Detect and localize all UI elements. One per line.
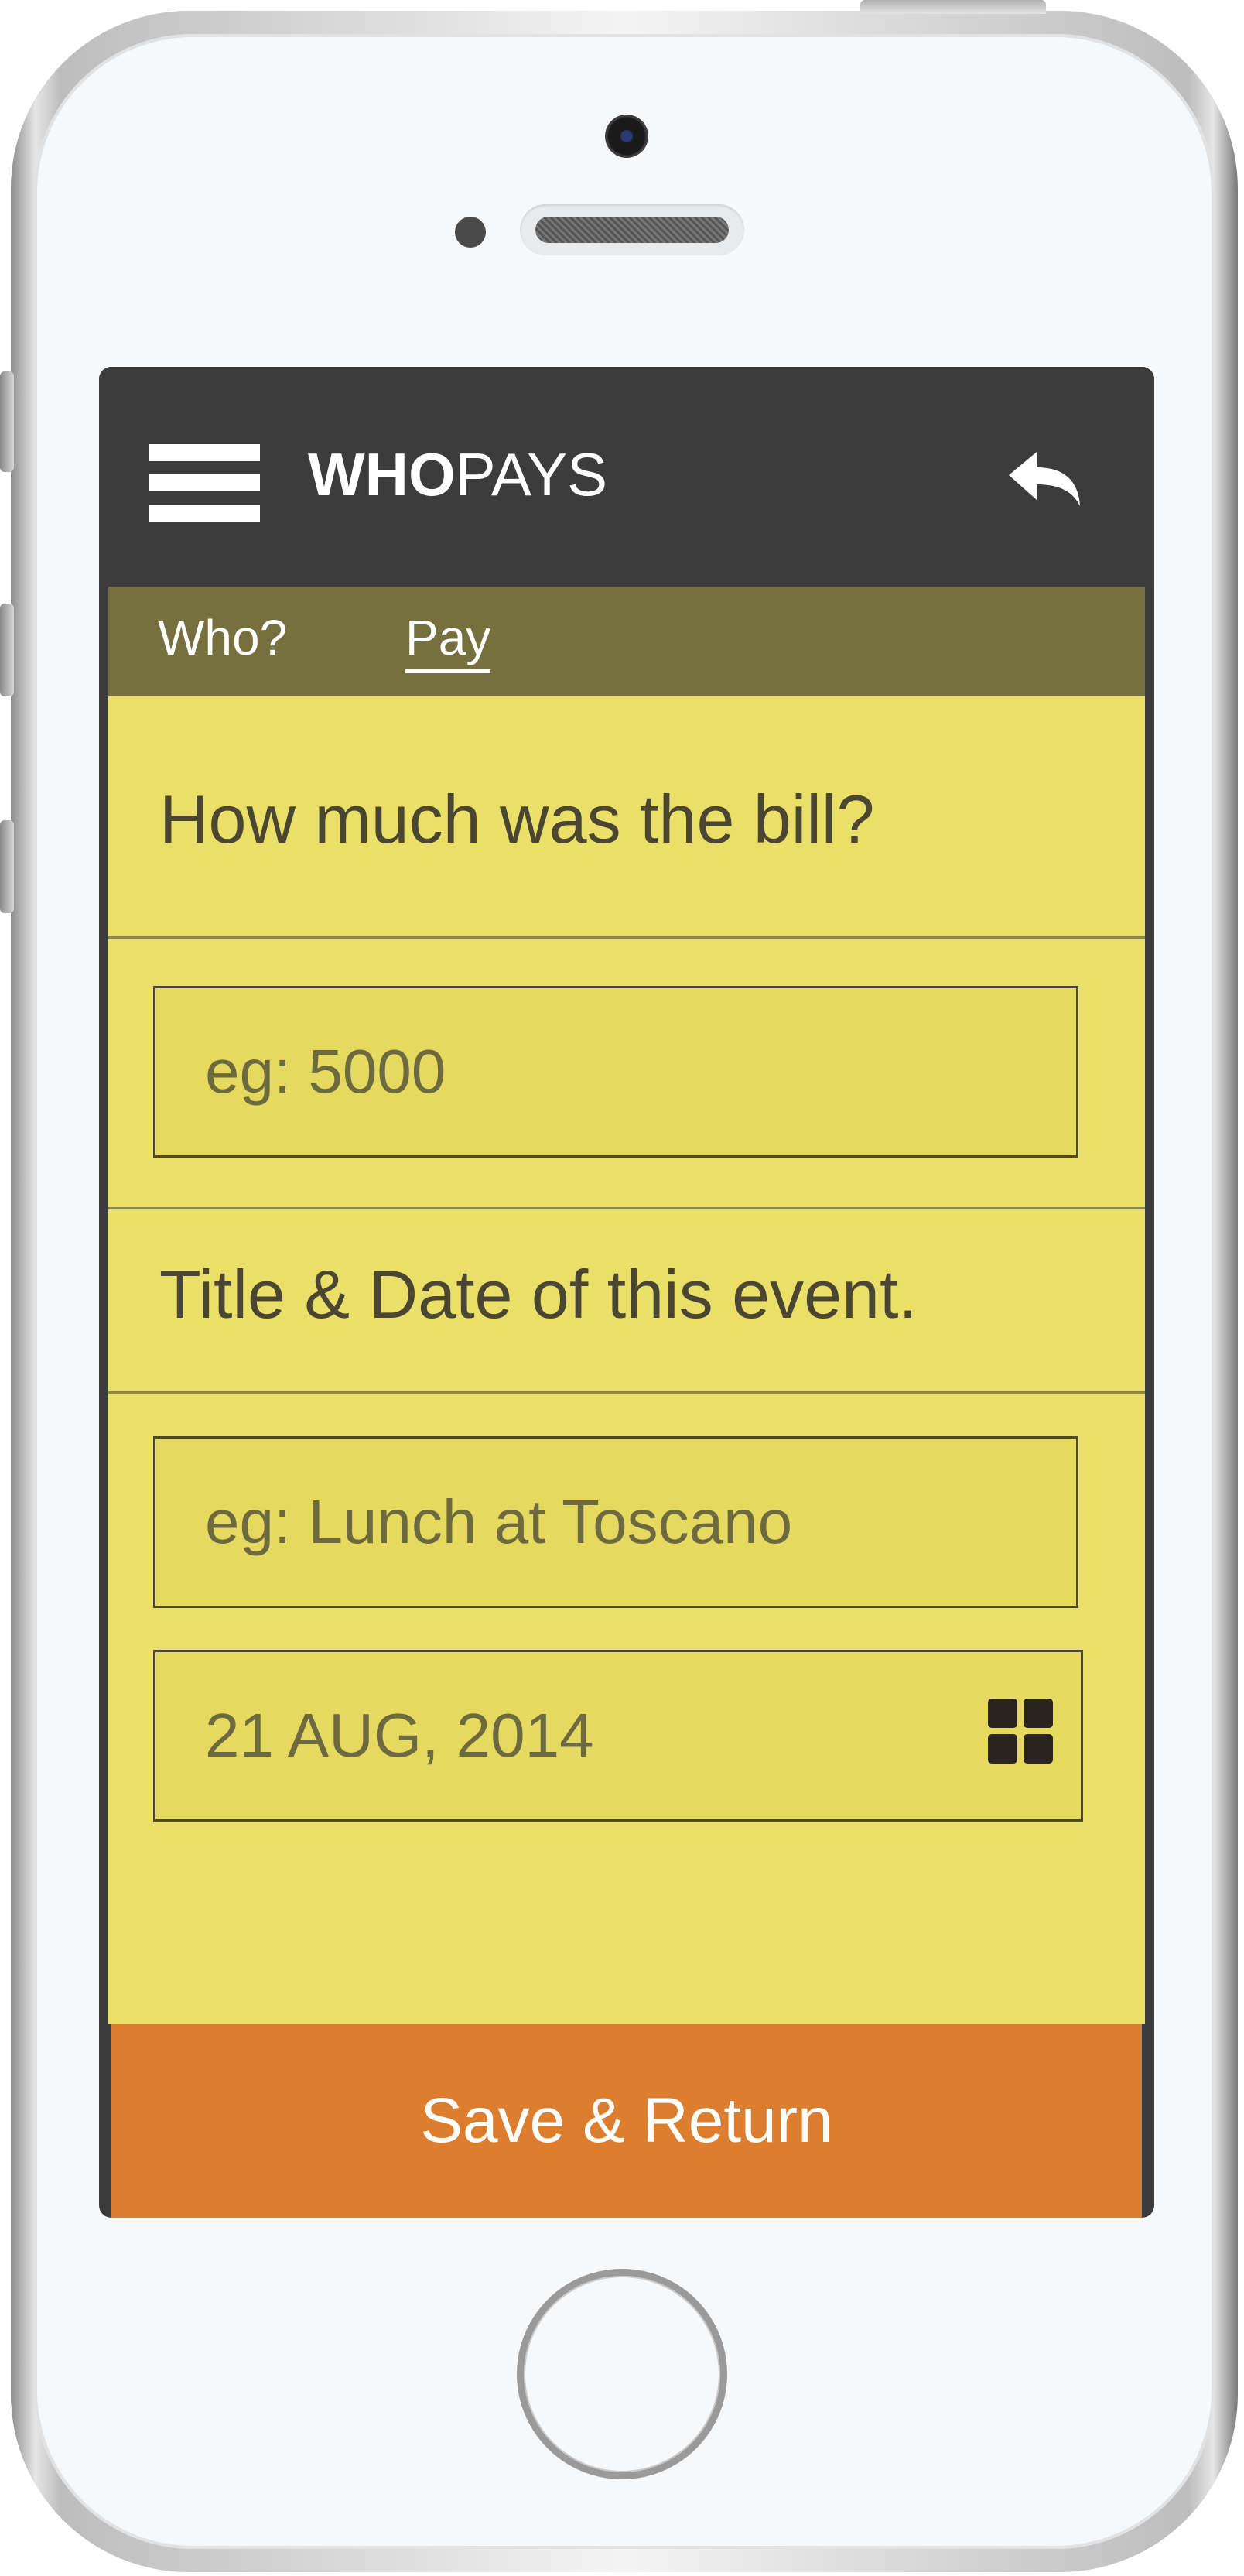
proximity-sensor: [455, 217, 486, 248]
mute-switch: [0, 371, 14, 472]
event-date-field[interactable]: 21 AUG, 2014: [153, 1650, 1083, 1822]
divider: [108, 1207, 1145, 1209]
tab-who[interactable]: Who?: [158, 608, 287, 668]
event-title-input[interactable]: eg: Lunch at Toscano: [153, 1436, 1078, 1608]
hamburger-menu-icon[interactable]: [149, 444, 260, 522]
bill-question: How much was the bill?: [159, 781, 875, 857]
event-title-placeholder: eg: Lunch at Toscano: [205, 1487, 793, 1556]
bill-amount-placeholder: eg: 5000: [205, 1037, 446, 1106]
app-header: WHOPAYS: [99, 367, 1154, 587]
brand-who: WHO: [308, 440, 456, 508]
power-button: [860, 0, 1046, 14]
pay-form: How much was the bill? eg: 5000 Title & …: [108, 696, 1145, 2024]
app-logo: WHOPAYS: [308, 444, 607, 505]
reply-arrow-icon[interactable]: [1003, 444, 1088, 514]
grid-calendar-icon[interactable]: [988, 1699, 1053, 1764]
front-camera: [605, 115, 648, 158]
event-date-value: 21 AUG, 2014: [205, 1701, 594, 1770]
divider: [108, 1391, 1145, 1394]
earpiece-speaker: [520, 204, 744, 255]
save-return-button[interactable]: Save & Return: [111, 2024, 1142, 2218]
divider: [108, 936, 1145, 939]
phone-screen: WHOPAYS Who? Pay How much was the bill? …: [99, 367, 1154, 2218]
event-question: Title & Date of this event.: [159, 1256, 918, 1332]
volume-down-button: [0, 820, 14, 913]
save-return-label: Save & Return: [420, 2085, 833, 2156]
bill-amount-input[interactable]: eg: 5000: [153, 986, 1078, 1158]
volume-up-button: [0, 604, 14, 696]
tab-pay[interactable]: Pay: [405, 608, 491, 673]
home-button[interactable]: [517, 2269, 727, 2479]
tab-bar: Who? Pay: [108, 587, 1145, 696]
brand-pays: PAYS: [455, 440, 608, 508]
